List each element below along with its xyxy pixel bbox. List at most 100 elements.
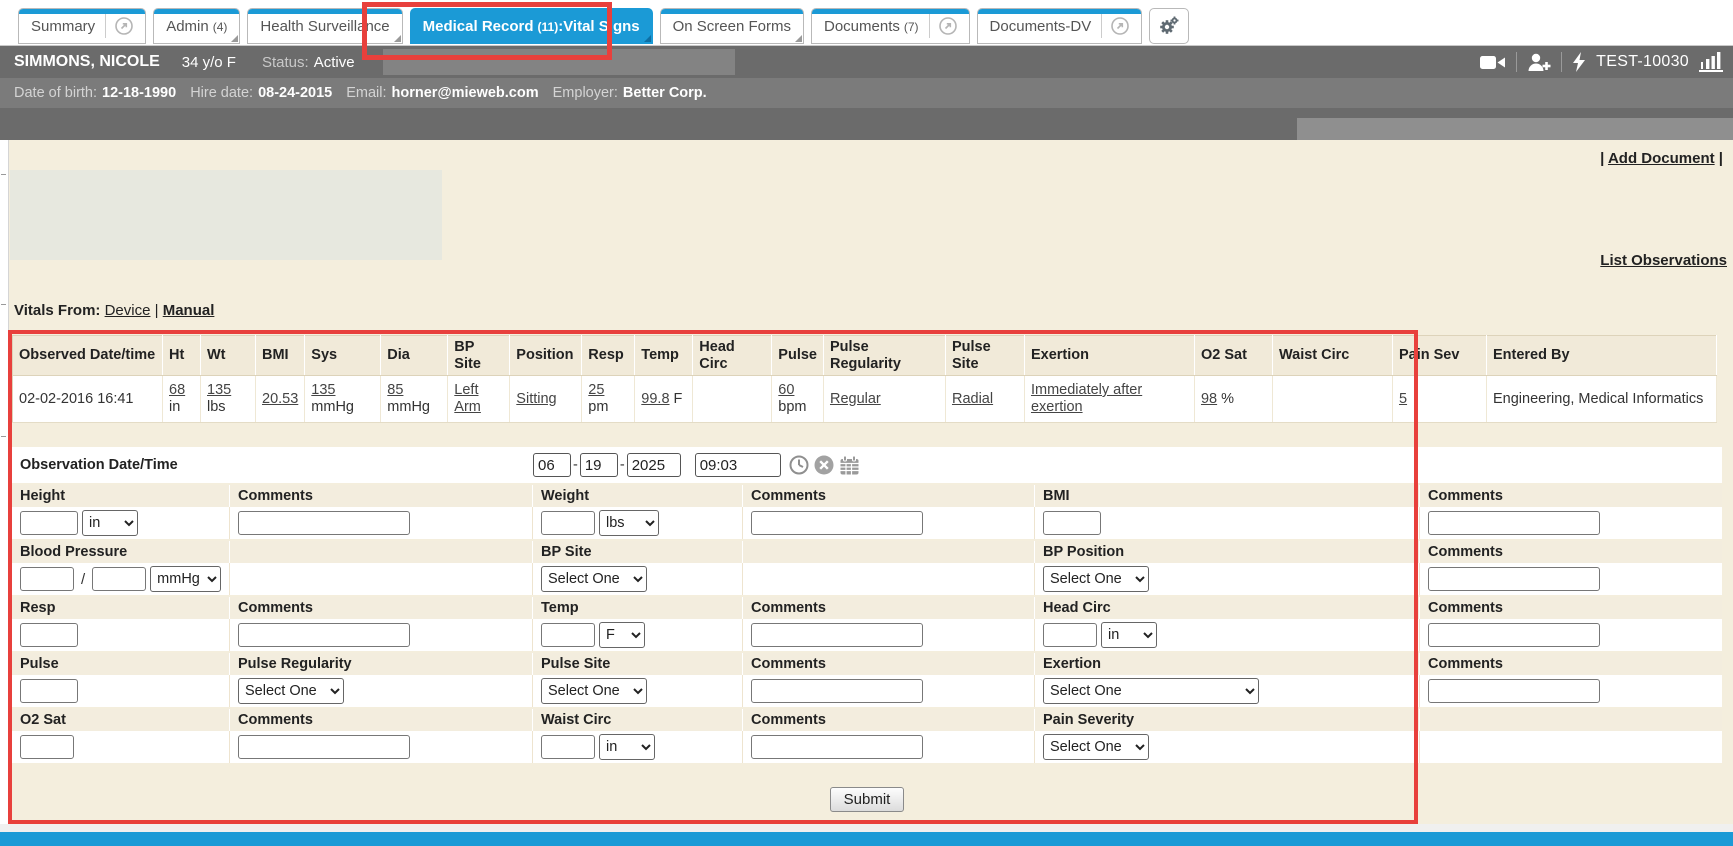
clock-icon[interactable] xyxy=(789,455,809,475)
resp-comments-input[interactable] xyxy=(238,623,410,647)
obs-year-input[interactable] xyxy=(627,453,681,477)
bp-unit-select[interactable]: mmHg xyxy=(150,566,221,592)
height-unit-select[interactable]: in xyxy=(82,510,138,536)
bp-position-select[interactable]: Select One xyxy=(1043,566,1149,592)
bar-chart-icon[interactable] xyxy=(1699,52,1723,72)
tab-documents-dv[interactable]: Documents-DV xyxy=(977,8,1143,44)
head-circ-unit-select[interactable]: in xyxy=(1101,622,1157,648)
settings-gears-icon[interactable] xyxy=(1149,8,1189,44)
temp-unit-select[interactable]: F xyxy=(599,622,645,648)
open-new-window-icon[interactable] xyxy=(1101,14,1129,38)
tab-summary[interactable]: Summary xyxy=(18,8,146,44)
obs-value-link[interactable]: 98 xyxy=(1201,391,1217,407)
head-circ-input[interactable] xyxy=(1043,623,1097,647)
clear-x-icon[interactable] xyxy=(814,455,834,475)
open-new-window-icon[interactable] xyxy=(105,14,133,38)
bmi-input[interactable] xyxy=(1043,511,1101,535)
obs-value-link[interactable]: 25 xyxy=(588,382,604,398)
redacted-block xyxy=(1297,118,1733,140)
obs-table-cell: 20.53 xyxy=(256,376,305,423)
manual-link[interactable]: Manual xyxy=(163,302,215,319)
pipe: | xyxy=(1600,150,1604,167)
o2-sat-input[interactable] xyxy=(20,735,74,759)
obs-value-link[interactable]: 60 xyxy=(778,382,794,398)
tab-admin[interactable]: Admin(4) xyxy=(153,8,240,44)
obs-value-link[interactable]: 5 xyxy=(1399,391,1407,407)
exertion-comments-input[interactable] xyxy=(1428,679,1600,703)
video-camera-icon[interactable] xyxy=(1480,54,1506,71)
bp-comments-input[interactable] xyxy=(1428,567,1600,591)
obs-value-link[interactable]: 135 xyxy=(207,382,231,398)
obs-value-link[interactable]: 135 xyxy=(311,382,335,398)
footer-gap xyxy=(0,824,1733,832)
temp-input[interactable] xyxy=(541,623,595,647)
obs-value-link[interactable]: Left Arm xyxy=(454,382,481,415)
height-input[interactable] xyxy=(20,511,78,535)
bp-separator: / xyxy=(81,571,85,588)
obs-table-cell: 68in xyxy=(163,376,201,423)
obs-value-link[interactable]: 99.8 xyxy=(641,391,669,407)
submit-row: Submit xyxy=(12,787,1722,812)
bp-diastolic-input[interactable] xyxy=(92,567,146,591)
tab-health-surveillance[interactable]: Health Surveillance xyxy=(247,8,402,44)
temp-comments-input[interactable] xyxy=(751,623,923,647)
calendar-icon[interactable] xyxy=(839,455,860,476)
bp-site-select[interactable]: Select One xyxy=(541,566,647,592)
add-document-link[interactable]: Add Document xyxy=(1608,150,1715,167)
obs-value-link[interactable]: 20.53 xyxy=(262,391,298,407)
bp-position-label: BP Position xyxy=(1035,541,1420,563)
obs-value-link[interactable]: Immediately after exertion xyxy=(1031,382,1142,415)
waist-circ-label: Waist Circ xyxy=(533,709,743,731)
weight-input[interactable] xyxy=(541,511,595,535)
device-link[interactable]: Device xyxy=(105,302,151,319)
obs-day-input[interactable] xyxy=(580,453,618,477)
list-observations-link[interactable]: List Observations xyxy=(1600,252,1727,269)
obs-value-link[interactable]: Radial xyxy=(952,391,993,407)
pulse-comments-input[interactable] xyxy=(751,679,923,703)
obs-value-link[interactable]: Sitting xyxy=(516,391,556,407)
pulse-site-select[interactable]: Select One xyxy=(541,678,647,704)
form-input-row: / mmHg Select One Select One xyxy=(12,563,1722,595)
obs-value-link[interactable]: Regular xyxy=(830,391,881,407)
o2-sat-comments-input[interactable] xyxy=(238,735,410,759)
exertion-select[interactable]: Select One xyxy=(1043,678,1259,704)
tab-label: Documents-DV xyxy=(990,18,1092,35)
tab-top-strip xyxy=(248,9,401,14)
open-new-window-icon[interactable] xyxy=(929,14,957,38)
tab-documents[interactable]: Documents(7) xyxy=(811,8,970,44)
submit-button[interactable]: Submit xyxy=(830,787,905,812)
observation-datetime-label: Observation Date/Time xyxy=(12,457,533,473)
exertion-label: Exertion xyxy=(1035,653,1420,675)
waist-circ-comments-input[interactable] xyxy=(751,735,923,759)
add-person-icon[interactable] xyxy=(1527,53,1551,72)
tab-medical-record[interactable]: Medical Record(11):Vital Signs xyxy=(410,8,653,44)
lightning-bolt-icon[interactable] xyxy=(1572,52,1586,72)
weight-comments-input[interactable] xyxy=(751,511,923,535)
tab-top-strip xyxy=(812,9,969,14)
obs-table-cell xyxy=(1272,376,1392,423)
height-comments-input[interactable] xyxy=(238,511,410,535)
obs-column-header: Pain Sev xyxy=(1392,336,1486,376)
redacted-block xyxy=(383,49,735,75)
tab-on-screen-forms[interactable]: On Screen Forms xyxy=(660,8,804,44)
tab-top-strip xyxy=(978,9,1142,14)
pulse-regularity-select[interactable]: Select One xyxy=(238,678,344,704)
obs-column-header: Sys xyxy=(305,336,381,376)
bmi-comments-input[interactable] xyxy=(1428,511,1600,535)
waist-circ-unit-select[interactable]: in xyxy=(599,734,655,760)
obs-value-link[interactable]: 68 xyxy=(169,382,185,398)
resp-input[interactable] xyxy=(20,623,78,647)
vitals-graph-placeholder xyxy=(10,170,442,260)
weight-label: Weight xyxy=(533,485,743,507)
obs-time-input[interactable] xyxy=(695,453,781,477)
obs-month-input[interactable] xyxy=(533,453,571,477)
pulse-input[interactable] xyxy=(20,679,78,703)
pain-severity-select[interactable]: Select One xyxy=(1043,734,1149,760)
obs-value-link[interactable]: 85 xyxy=(387,382,403,398)
weight-unit-select[interactable]: lbs xyxy=(599,510,659,536)
bp-systolic-input[interactable] xyxy=(20,567,74,591)
hire-date-label: Hire date: xyxy=(190,85,253,101)
head-circ-comments-input[interactable] xyxy=(1428,623,1600,647)
tab-label: On Screen Forms xyxy=(673,18,791,35)
waist-circ-input[interactable] xyxy=(541,735,595,759)
